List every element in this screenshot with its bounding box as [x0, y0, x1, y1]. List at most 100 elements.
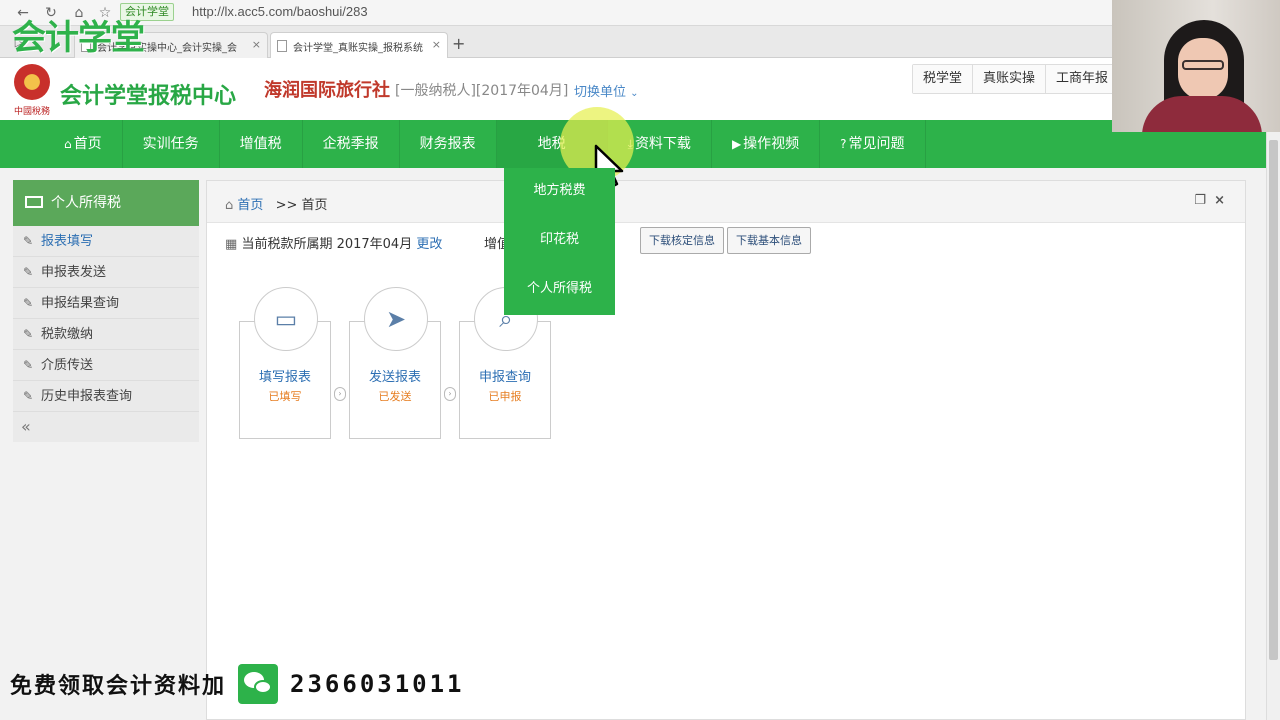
sidebar-item-tax-payment[interactable]: ✎ 税款缴纳 — [13, 319, 199, 350]
tax-period-label: 当前税款所属期 2017年04月 — [241, 237, 413, 252]
site-title: 会计学堂报税中心 — [60, 84, 237, 109]
local-tax-dropdown: 地方税费 印花税 个人所得税 — [504, 168, 615, 315]
company-name: 海润国际旅行社 — [264, 80, 390, 101]
chevron-right-icon: › — [334, 387, 346, 401]
main-panel: ⌂ 首页 >> 首页 ❐ × ▦ 当前税款所属期 2017年04月 更改 增值 … — [206, 180, 1246, 720]
browser-tab-2[interactable]: 会计学堂_真账实操_报税系统 × — [270, 32, 448, 58]
paper-plane-icon[interactable]: ➤ — [364, 287, 428, 351]
browser-tab-bar: ▷ 会计学堂实操中心_会计实操_会 × 会计学堂_真账实操_报税系统 × — [0, 26, 1280, 58]
address-input[interactable]: http://lx.acc5.com/baoshui/283 — [192, 4, 368, 19]
close-icon[interactable]: × — [1214, 193, 1225, 208]
sidebar-item-label: 申报结果查询 — [41, 296, 120, 311]
chevron-down-icon: ⌄ — [630, 88, 639, 99]
download-verification-info-button[interactable]: 下载核定信息 — [640, 227, 724, 254]
monitor-icon[interactable]: ▭ — [254, 287, 318, 351]
tax-period: ▦ 当前税款所属期 2017年04月 更改 — [225, 233, 442, 252]
card-title: 发送报表 — [368, 370, 421, 385]
top-link-tax-school[interactable]: 税学堂 — [913, 65, 974, 93]
card-status: 已申报 — [488, 390, 522, 403]
close-icon[interactable]: × — [432, 38, 441, 51]
card-title: 填写报表 — [258, 370, 311, 385]
company-meta: [一般纳税人][2017年04月] — [395, 83, 569, 99]
download-basic-info-button[interactable]: 下载基本信息 — [727, 227, 811, 254]
dropdown-item-personal-income-tax[interactable]: 个人所得税 — [504, 266, 615, 315]
top-link-annual-report[interactable]: 工商年报 — [1046, 65, 1119, 93]
change-period-link[interactable]: 更改 — [416, 237, 442, 252]
nav-vat[interactable]: 增值税 — [220, 120, 303, 168]
home-icon: ⌂ — [225, 198, 234, 213]
edit-icon: ✎ — [23, 296, 34, 310]
promo-number: 2366031011 — [290, 670, 465, 698]
scrollbar-thumb[interactable] — [1269, 140, 1278, 660]
close-icon[interactable]: × — [252, 38, 261, 51]
emblem-text: 中國稅務 — [14, 107, 51, 117]
nav-financial-statements[interactable]: 财务报表 — [400, 120, 497, 168]
collapse-sidebar-button[interactable]: « — [13, 412, 199, 442]
sidebar-item-label: 介质传送 — [41, 358, 94, 373]
tax-emblem-icon — [14, 64, 50, 100]
nav-quarterly-corporate-tax[interactable]: 企税季报 — [303, 120, 400, 168]
wechat-icon — [238, 664, 279, 704]
webcam-overlay — [1112, 0, 1280, 132]
sidebar-item-label: 历史申报表查询 — [41, 389, 133, 404]
home-icon: ⌂ — [64, 137, 72, 151]
edit-icon: ✎ — [23, 358, 34, 372]
promo-banner: 免费领取会计资料加 2366031011 — [10, 662, 465, 706]
nav-label: 增值税 — [239, 136, 282, 152]
nav-videos[interactable]: ▶ 操作视频 — [712, 120, 821, 168]
card-status: 已发送 — [378, 390, 412, 403]
card-status: 已填写 — [268, 390, 302, 403]
page-scrollbar[interactable] — [1266, 120, 1280, 720]
switch-unit-label: 切换单位 — [574, 85, 627, 100]
dropdown-item-stamp-tax[interactable]: 印花税 — [504, 217, 615, 266]
calendar-icon: ▦ — [225, 237, 238, 252]
sidebar-item-label: 申报表发送 — [41, 265, 107, 280]
top-link-real-practice[interactable]: 真账实操 — [973, 65, 1047, 93]
sidebar-item-label: 报表填写 — [41, 234, 94, 249]
sidebar-item-fill-report[interactable]: ✎ 报表填写 — [13, 226, 199, 257]
breadcrumb-home-link[interactable]: 首页 — [237, 198, 263, 213]
site-header: 中國稅務 会计学堂报税中心 海润国际旅行社 [一般纳税人][2017年04月] … — [0, 58, 1280, 120]
restore-window-icon[interactable]: ❐ — [1194, 193, 1206, 208]
sidebar: 个人所得税 ✎ 报表填写 ✎ 申报表发送 ✎ 申报结果查询 ✎ 税款缴纳 ✎ 介质传送 ✎… — [13, 180, 199, 442]
dropdown-item-local-fees[interactable]: 地方税费 — [504, 168, 615, 217]
nav-label: 企税季报 — [322, 136, 379, 152]
nav-label: 资料下载 — [634, 136, 691, 152]
edit-icon: ✎ — [23, 389, 34, 403]
nav-label: 首页 — [73, 136, 102, 152]
page-icon — [277, 40, 287, 52]
nav-label: 实训任务 — [142, 136, 199, 152]
panel-tools: ❐ × — [1194, 193, 1225, 208]
play-icon: ▶ — [731, 137, 742, 151]
promo-text: 免费领取会计资料加 — [10, 674, 227, 699]
nav-faq[interactable]: ? 常见问题 — [820, 120, 926, 168]
nav-label: 财务报表 — [419, 136, 476, 152]
switch-unit-link[interactable]: 切换单位 ⌄ — [574, 81, 639, 100]
sidebar-item-history-query[interactable]: ✎ 历史申报表查询 — [13, 381, 199, 412]
edit-icon: ✎ — [23, 265, 34, 279]
card-icon — [25, 196, 43, 208]
chevron-right-icon: › — [444, 387, 456, 401]
panel-header: ⌂ 首页 >> 首页 ❐ × — [207, 181, 1245, 223]
sidebar-title: 个人所得税 — [51, 195, 121, 211]
sidebar-item-query-result[interactable]: ✎ 申报结果查询 — [13, 288, 199, 319]
question-icon: ? — [840, 137, 847, 151]
sidebar-item-send-report[interactable]: ✎ 申报表发送 — [13, 257, 199, 288]
breadcrumb: ⌂ 首页 >> 首页 — [225, 194, 327, 213]
top-links: 税学堂 真账实操 工商年报 — [912, 64, 1120, 94]
nav-home[interactable]: ⌂ 首页 — [44, 120, 123, 168]
edit-icon: ✎ — [23, 234, 34, 248]
nav-label: 常见问题 — [848, 136, 905, 152]
watermark-logo: 会计学堂 — [12, 19, 145, 57]
sidebar-header: 个人所得税 — [13, 180, 199, 226]
browser-url-bar: ← ↻ ⌂ ☆ 会计学堂 http://lx.acc5.com/baoshui/… — [0, 0, 1280, 26]
breadcrumb-current: >> 首页 — [275, 198, 328, 213]
sidebar-item-label: 税款缴纳 — [41, 327, 94, 342]
edit-icon: ✎ — [23, 327, 34, 341]
nav-label: 操作视频 — [743, 136, 800, 152]
card-title: 申报查询 — [478, 370, 531, 385]
new-tab-button[interactable]: + — [452, 34, 465, 53]
nav-training-tasks[interactable]: 实训任务 — [123, 120, 220, 168]
presenter-glasses — [1182, 60, 1224, 70]
sidebar-item-media-transfer[interactable]: ✎ 介质传送 — [13, 350, 199, 381]
